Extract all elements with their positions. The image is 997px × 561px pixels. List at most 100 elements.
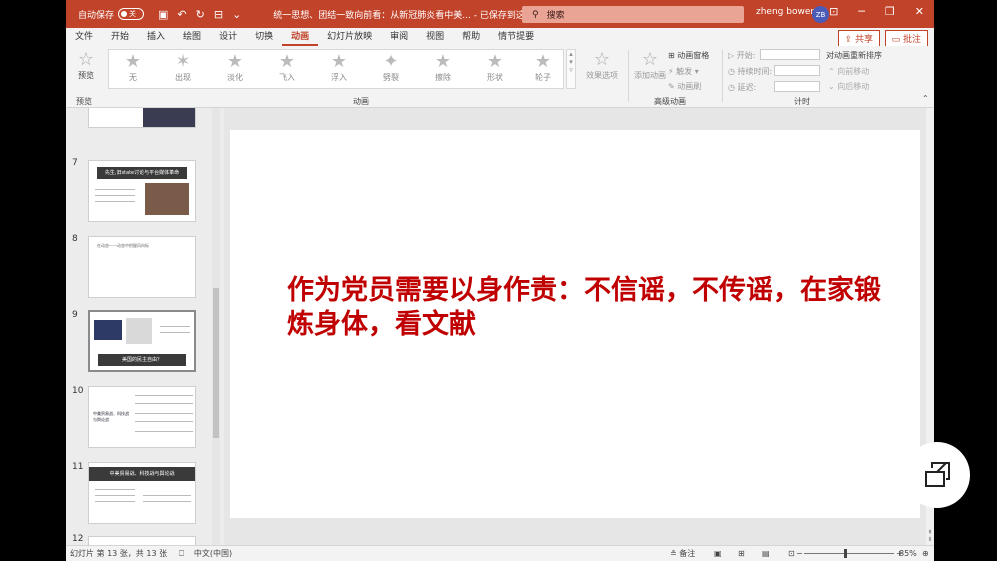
slide-thumbnail[interactable]: 中美贸易战、科技战与舆论战 xyxy=(88,386,196,448)
move-later-button[interactable]: ⌄ 向后移动 xyxy=(828,81,869,92)
painter-icon: ✎ xyxy=(668,82,678,91)
tab-storyboard[interactable]: 情节提要 xyxy=(489,28,543,46)
delay-input[interactable] xyxy=(774,81,820,92)
slide-number: 10 xyxy=(72,386,84,396)
minimize-icon[interactable]: ─ xyxy=(858,5,865,18)
tab-file[interactable]: 文件 xyxy=(66,28,102,46)
thumb-image xyxy=(126,318,152,344)
slide-thumbnail[interactable]: 在动态——动态中把握风向标 xyxy=(88,236,196,298)
reading-view-icon[interactable]: ▤ xyxy=(762,549,770,558)
preview-button[interactable]: ☆ 预览 xyxy=(72,50,100,81)
thumb-line xyxy=(95,189,135,190)
effect-options-button[interactable]: ☆ 效果选项 xyxy=(582,50,622,81)
thumb-line xyxy=(160,332,190,333)
anim-fly-in[interactable]: ★ 飞入 xyxy=(267,52,307,83)
gallery-scroll[interactable]: ▴ ▾ ▿ xyxy=(566,49,576,89)
duration-input[interactable] xyxy=(774,65,820,76)
thumb-title: 在动态——动态中把握风向标 xyxy=(97,243,149,248)
collapse-ribbon-icon[interactable]: ⌃ xyxy=(922,94,929,103)
language-status[interactable]: 中文(中国) xyxy=(194,548,232,559)
anim-label: 形状 xyxy=(487,73,503,82)
anim-float-in[interactable]: ★ 浮入 xyxy=(319,52,359,83)
anim-split[interactable]: ✦ 劈裂 xyxy=(371,52,411,83)
tab-slideshow[interactable]: 幻灯片放映 xyxy=(318,28,381,46)
move-earlier-label: 向前移动 xyxy=(837,67,870,76)
delay-text: 延迟: xyxy=(737,83,757,92)
toggle-switch[interactable]: 关 xyxy=(118,8,145,20)
fit-slide-icon[interactable]: ⊕ xyxy=(922,549,929,558)
anim-wipe[interactable]: ★ 擦除 xyxy=(423,52,463,83)
window-controls: ⊡ ─ ❐ ✕ xyxy=(829,5,924,18)
thumb-line xyxy=(95,201,135,202)
zoom-level[interactable]: 85% xyxy=(899,549,917,558)
tab-insert[interactable]: 插入 xyxy=(138,28,174,46)
customize-icon[interactable]: ⌄ xyxy=(232,8,241,21)
effect-options-label: 效果选项 xyxy=(586,71,618,80)
tab-help[interactable]: 帮助 xyxy=(453,28,489,46)
tab-design[interactable]: 设计 xyxy=(210,28,246,46)
slide-number: 9 xyxy=(72,310,78,320)
ribbon-display-icon[interactable]: ⊡ xyxy=(829,5,838,18)
slide-thumbnail[interactable] xyxy=(88,108,196,128)
tab-transitions[interactable]: 切换 xyxy=(246,28,282,46)
search-box[interactable]: ⚲ 搜索 xyxy=(522,6,744,23)
save-icon[interactable]: ▣ xyxy=(158,8,168,21)
slide-thumbnail[interactable]: 中美贸易战、科技战与舆论战 xyxy=(88,462,196,524)
anim-fade[interactable]: ★ 淡化 xyxy=(215,52,255,83)
duration-text: 持续时间: xyxy=(737,67,773,76)
start-dropdown[interactable] xyxy=(760,49,820,60)
slide-thumbnail[interactable]: 美国的民主自由？ xyxy=(88,310,196,372)
add-animation-button[interactable]: ☆ 添加动画 xyxy=(632,50,668,81)
page-nav-icon[interactable]: ⇞ ⇟ xyxy=(926,529,934,543)
star-icon: ★ xyxy=(434,51,452,72)
zoom-slider[interactable] xyxy=(804,553,894,554)
tab-draw[interactable]: 绘图 xyxy=(174,28,210,46)
autosave-toggle[interactable]: 自动保存 关 xyxy=(78,8,145,21)
document-title[interactable]: 统一思想、团结一致向前看：从新冠肺炎看中美... - 已保存到这台电脑 ▾ xyxy=(273,8,559,21)
slide-sorter-icon[interactable]: ⊞ xyxy=(738,549,745,558)
duration-label: ◷ 持续时间: xyxy=(728,67,773,76)
floating-window-button[interactable] xyxy=(904,442,970,508)
anim-none[interactable]: ★ 无 xyxy=(113,52,153,83)
anim-wheel[interactable]: ★ 轮子 xyxy=(523,52,563,83)
status-bar: 幻灯片 第 13 张，共 13 张 ⎕ 中文(中国) ≗ 备注 ▣ ⊞ ▤ ⊡ … xyxy=(66,545,934,561)
avatar[interactable]: ZB xyxy=(812,6,829,23)
tab-view[interactable]: 视图 xyxy=(417,28,453,46)
redo-icon[interactable]: ↻ xyxy=(196,8,205,21)
slide-body-text[interactable]: 作为党员需要以身作责：不信谣，不传谣，在家锻炼身体，看文献 xyxy=(287,274,897,342)
star-icon: ★ xyxy=(226,51,244,72)
notes-button[interactable]: ≗ 备注 xyxy=(670,548,695,559)
start-show-icon[interactable]: ⊟ xyxy=(214,8,223,21)
thumbnail-scrollbar[interactable] xyxy=(212,108,220,545)
zoom-slider-handle[interactable] xyxy=(844,549,847,558)
slide-number: 12 xyxy=(72,534,84,544)
zoom-out-icon[interactable]: − xyxy=(796,549,803,558)
current-slide[interactable]: 作为党员需要以身作责：不信谣，不传谣，在家锻炼身体，看文献 xyxy=(230,130,920,518)
spellcheck-icon[interactable]: ⎕ xyxy=(179,549,184,559)
thumb-video-frame xyxy=(145,183,189,215)
anim-appear[interactable]: ✶ 出现 xyxy=(163,52,203,83)
comment-button[interactable]: ▭ 批注 xyxy=(884,30,928,47)
slide-thumbnail[interactable] xyxy=(88,536,196,545)
star-icon: ✶ xyxy=(175,51,191,72)
scrollbar-thumb[interactable] xyxy=(213,288,219,438)
normal-view-icon[interactable]: ▣ xyxy=(714,549,722,558)
thumb-line xyxy=(135,421,193,422)
animation-painter-button[interactable]: ✎ 动画刷 xyxy=(668,81,701,92)
tab-home[interactable]: 开始 xyxy=(102,28,138,46)
tab-animations[interactable]: 动画 xyxy=(282,28,319,46)
trigger-button[interactable]: ⚡ 触发 ▾ xyxy=(668,66,699,77)
anim-shape[interactable]: ★ 形状 xyxy=(475,52,515,83)
slide-thumbnail[interactable]: 先生,旧state讨论与平台媒体革命 xyxy=(88,160,196,222)
slideshow-icon[interactable]: ⊡ xyxy=(788,549,795,558)
undo-icon[interactable]: ↶ xyxy=(177,8,186,21)
thumb-dark-block xyxy=(143,108,195,127)
tab-review[interactable]: 审阅 xyxy=(381,28,417,46)
user-name[interactable]: zheng bowen xyxy=(756,7,816,17)
restore-icon[interactable]: ❐ xyxy=(885,5,895,18)
move-earlier-button[interactable]: ⌃ 向前移动 xyxy=(828,66,869,77)
share-button[interactable]: ⇪ 共享 xyxy=(837,30,880,47)
animation-pane-button[interactable]: ⊞ 动画窗格 xyxy=(668,50,709,61)
start-text: 开始: xyxy=(736,51,756,60)
close-icon[interactable]: ✕ xyxy=(915,5,924,18)
